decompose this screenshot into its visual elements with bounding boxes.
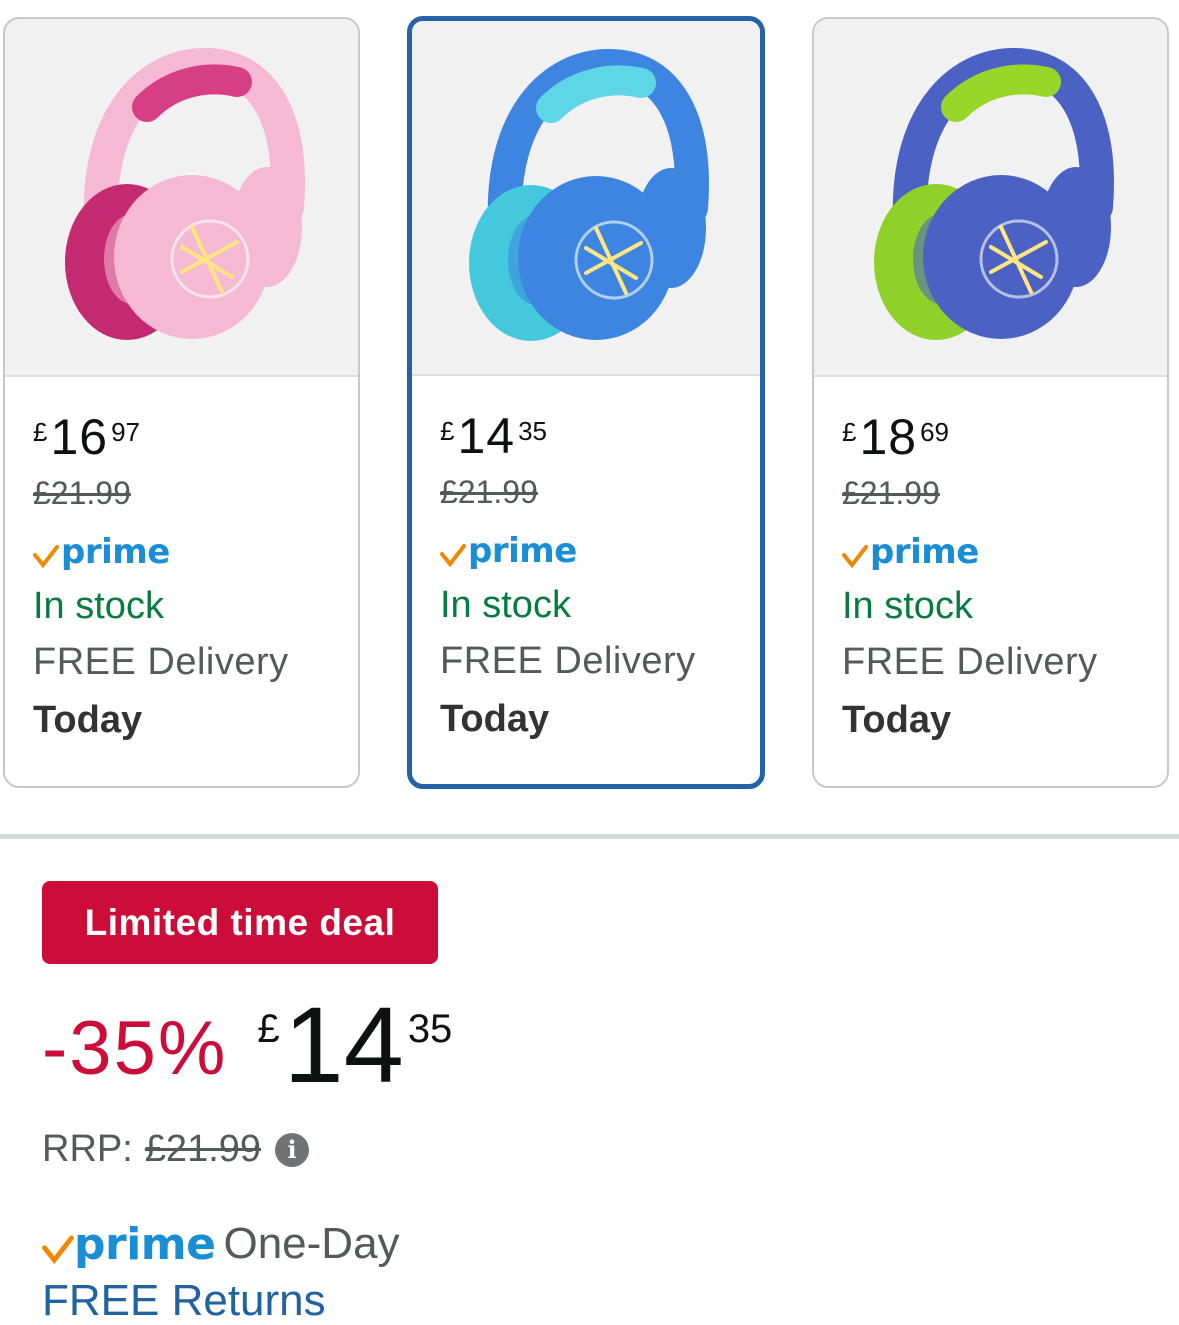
delivery-text: FREE Delivery	[842, 641, 1098, 683]
rrp-value: £21.99	[144, 1128, 262, 1170]
free-returns-link[interactable]: FREE Returns	[42, 1276, 326, 1325]
prime-check-icon	[33, 545, 59, 569]
price-whole: 16	[50, 409, 109, 465]
product-image	[412, 21, 760, 376]
prime-logo: prime	[842, 531, 1167, 573]
stock-status: In stock	[440, 584, 571, 626]
deal-price-row: -35% £ 14 35	[42, 984, 453, 1105]
stock-status: In stock	[842, 585, 973, 627]
headband-pad	[940, 64, 1061, 122]
prime-logo: prime	[33, 531, 358, 573]
prime-check-icon	[440, 544, 466, 568]
prime-logo: prime	[440, 530, 760, 572]
delivery-day: Today	[842, 699, 952, 741]
delivery-text: FREE Delivery	[33, 641, 289, 683]
info-icon[interactable]: i	[275, 1132, 310, 1167]
section-divider	[0, 834, 1179, 839]
color-variant-cards: £ 16 97 £21.99 prime In stock FREE Deliv…	[0, 0, 1179, 800]
prime-one-day: prime One-Day	[42, 1216, 400, 1272]
price-whole: 14	[457, 408, 516, 464]
product-image	[5, 19, 358, 377]
price-currency: £	[440, 416, 455, 446]
variant-card-blue-selected[interactable]: £ 14 35 £21.99 prime In stock FREE Deliv…	[407, 16, 765, 789]
variant-price: £ 18 69	[842, 409, 1167, 469]
price-fraction: 97	[111, 417, 141, 447]
prime-word: prime	[61, 532, 170, 572]
stock-status: In stock	[33, 585, 164, 627]
headphones-image	[64, 48, 305, 340]
variant-card-pink[interactable]: £ 16 97 £21.99 prime In stock FREE Deliv…	[3, 17, 360, 788]
delivery-text: FREE Delivery	[440, 640, 696, 682]
deal-price-whole: 14	[283, 984, 404, 1105]
prime-word: prime	[74, 1218, 216, 1270]
product-image	[814, 19, 1167, 377]
price-fraction: 69	[920, 417, 950, 447]
headphones-image	[873, 48, 1114, 340]
delivery-day: Today	[33, 699, 143, 741]
prime-check-icon	[42, 1235, 74, 1265]
rrp-row: RRP: £21.99 i	[42, 1128, 310, 1171]
deal-price-fraction: 35	[407, 1007, 453, 1051]
prime-word: prime	[870, 532, 979, 572]
price-fraction: 35	[518, 416, 548, 446]
prime-check-icon	[842, 545, 868, 569]
prime-word: prime	[468, 531, 577, 571]
variant-price: £ 16 97	[33, 409, 358, 469]
variant-price: £ 14 35	[440, 408, 760, 468]
headband-pad	[131, 64, 252, 122]
headband-pad	[536, 64, 656, 123]
price-whole: 18	[859, 409, 918, 465]
limited-time-deal-badge: Limited time deal	[42, 881, 438, 964]
rrp-label: RRP:	[42, 1128, 133, 1170]
delivery-day: Today	[440, 698, 550, 740]
price-currency: £	[33, 417, 48, 447]
variant-card-purple[interactable]: £ 18 69 £21.99 prime In stock FREE Deliv…	[812, 17, 1169, 788]
was-price: £21.99	[842, 475, 940, 511]
was-price: £21.99	[440, 474, 538, 510]
one-day-text: One-Day	[223, 1219, 400, 1268]
was-price: £21.99	[33, 475, 131, 511]
price-currency: £	[842, 417, 857, 447]
deal-price-currency: £	[257, 1007, 280, 1051]
discount-percent: -35%	[42, 1006, 228, 1091]
headphones-image	[469, 48, 709, 341]
